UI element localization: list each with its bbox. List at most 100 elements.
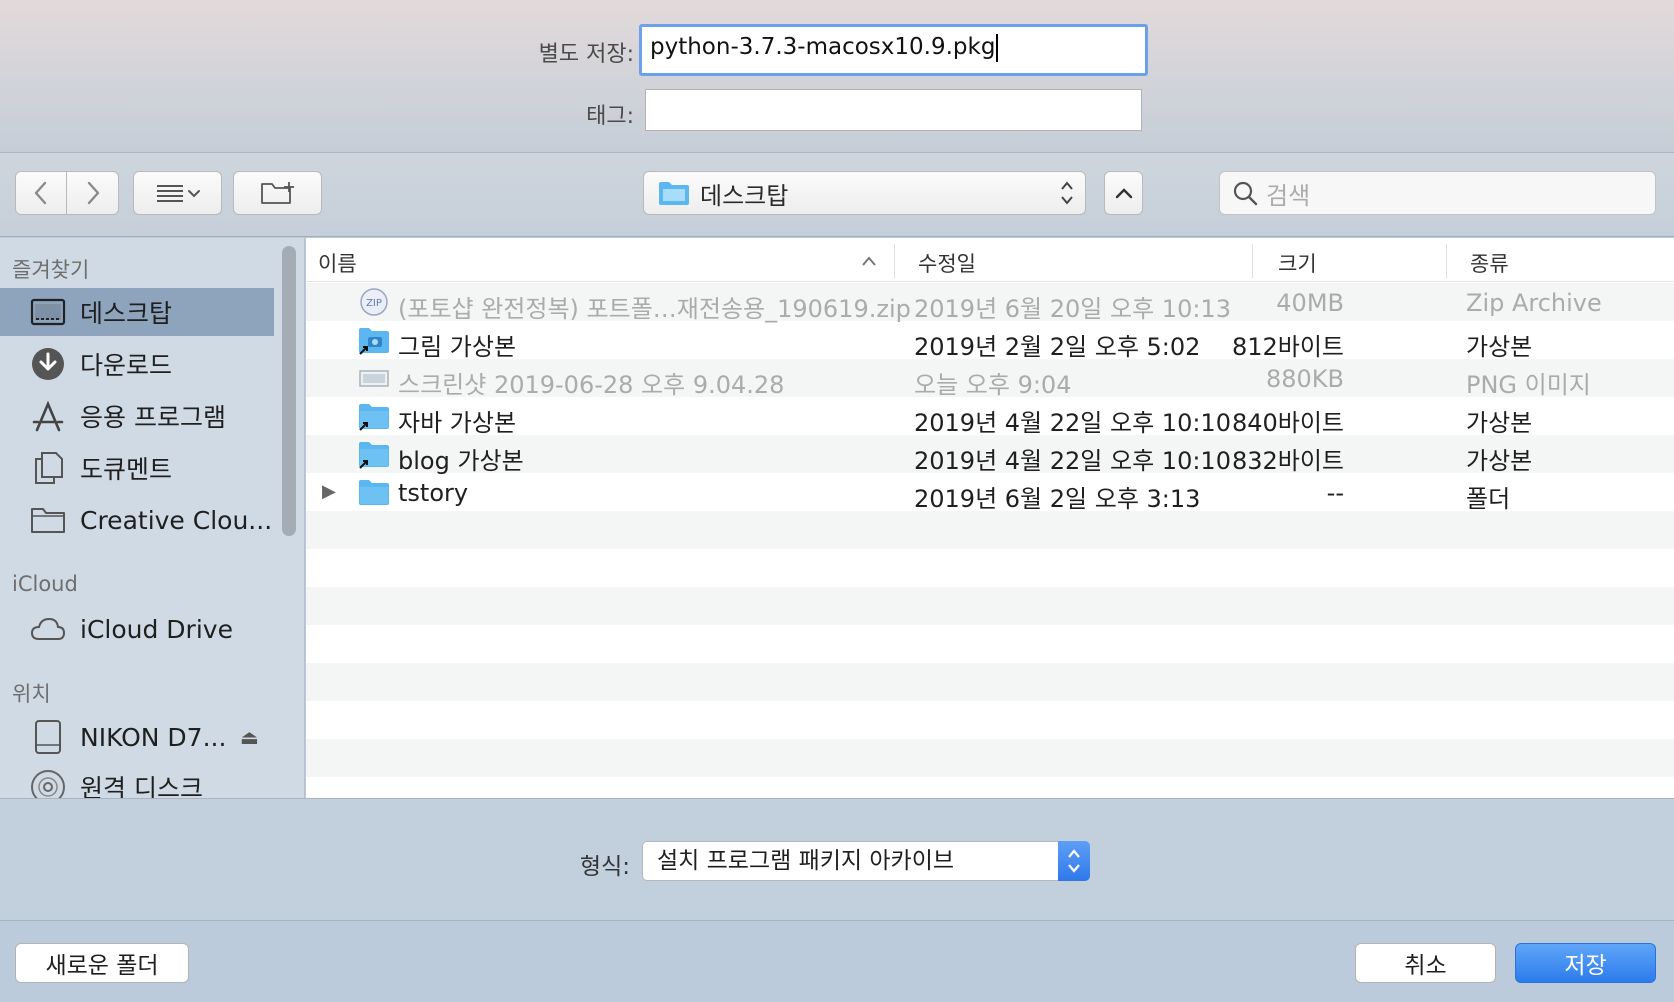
view-options-button[interactable] — [133, 171, 222, 215]
disc-icon — [30, 769, 66, 798]
format-select[interactable]: 설치 프로그램 패키지 아카이브 — [642, 841, 1090, 881]
chevron-left-icon — [34, 181, 47, 205]
cloud-icon — [30, 611, 66, 647]
sidebar-item-label: 원격 디스크 — [80, 774, 203, 798]
sidebar-item-downloads[interactable]: 다운로드 — [0, 340, 274, 388]
sidebar-item-label: 도큐멘트 — [80, 455, 173, 484]
eject-icon[interactable]: ⏏ — [240, 725, 259, 749]
sidebar-item-applications[interactable]: 응용 프로그램 — [0, 392, 274, 440]
filename-value: python-3.7.3-macosx10.9.pkg — [650, 34, 996, 60]
file-row-java-alias[interactable]: 자바 가상본 2019년 4월 22일 오후 10:10 840바이트 가상본 — [306, 397, 1674, 437]
column-name[interactable]: 이름 — [318, 248, 357, 278]
file-size: 880KB — [1265, 365, 1344, 393]
file-row-tstory[interactable]: ▶ tstory 2019년 6월 2일 오후 3:13 -- 폴더 — [306, 473, 1674, 513]
favorites-section-title: 즐겨찾기 — [12, 258, 90, 282]
sidebar-item-desktop[interactable]: 데스크탑 — [0, 288, 274, 336]
format-value: 설치 프로그램 패키지 아카이브 — [657, 848, 955, 874]
locations-section-title: 위치 — [12, 682, 51, 706]
column-size[interactable]: 크기 — [1278, 248, 1317, 278]
zip-icon: ZIP — [358, 286, 390, 318]
search-placeholder: 검색 — [1266, 181, 1311, 210]
column-separator[interactable] — [1446, 244, 1447, 278]
text-caret — [996, 33, 999, 62]
file-size: -- — [1326, 479, 1344, 507]
filename-input[interactable]: python-3.7.3-macosx10.9.pkg — [639, 24, 1148, 76]
updown-arrows-icon — [1061, 181, 1073, 205]
search-input[interactable]: 검색 — [1219, 171, 1656, 215]
tags-input[interactable] — [645, 89, 1142, 131]
file-row-screenshot[interactable]: 스크린샷 2019-06-28 오후 9.04.28 오늘 오후 9:04 88… — [306, 359, 1674, 399]
column-separator[interactable] — [894, 244, 895, 278]
sidebar-item-label: Creative Clou... — [80, 505, 273, 535]
save-as-label: 별도 저장: — [538, 42, 634, 67]
format-area: 형식: 설치 프로그램 패키지 아카이브 — [0, 798, 1674, 921]
sort-ascending-icon — [862, 256, 876, 266]
file-row-zip[interactable]: ZIP (포토샵 완전정복) 포트폴…재전송용_190619.zip 2019년… — [306, 283, 1674, 323]
column-kind[interactable]: 종류 — [1470, 248, 1509, 278]
file-kind: PNG 이미지 — [1466, 371, 1591, 399]
sidebar-item-remote-disc[interactable]: 원격 디스크 — [0, 763, 274, 798]
list-view-icon — [156, 185, 200, 202]
sidebar-scrollbar[interactable] — [282, 246, 296, 536]
file-list: 이름 수정일 크기 종류 ZIP (포토샵 완전정복) 포트폴…재전송용_190… — [306, 238, 1674, 798]
sidebar-item-documents[interactable]: 도큐멘트 — [0, 444, 274, 492]
sidebar-item-label: 응용 프로그램 — [80, 403, 226, 432]
file-name: (포토샵 완전정복) 포트폴…재전송용_190619.zip — [398, 295, 911, 323]
file-name: blog 가상본 — [398, 447, 524, 475]
updown-arrows-icon — [1058, 841, 1090, 881]
file-row-blog-alias[interactable]: blog 가상본 2019년 4월 22일 오후 10:10 832바이트 가상… — [306, 435, 1674, 475]
sidebar-item-label: 다운로드 — [80, 351, 173, 380]
sidebar-item-label: NIKON D7... — [80, 722, 227, 752]
pictures-alias-icon — [358, 324, 390, 356]
file-kind: 폴더 — [1466, 485, 1511, 513]
file-kind: 가상본 — [1466, 409, 1533, 437]
file-size: 812바이트 — [1231, 333, 1344, 361]
file-row-pictures-alias[interactable]: 그림 가상본 2019년 2월 2일 오후 5:02 812바이트 가상본 — [306, 321, 1674, 361]
toolbar: 데스크탑 검색 — [0, 153, 1674, 237]
file-name: tstory — [398, 479, 469, 507]
cancel-button[interactable]: 취소 — [1355, 943, 1496, 983]
folder-icon — [30, 502, 66, 538]
drive-icon — [30, 719, 66, 755]
navigation-buttons — [15, 171, 119, 215]
sidebar-item-icloud-drive[interactable]: iCloud Drive — [0, 605, 274, 653]
new-folder-toolbar-button[interactable] — [233, 171, 322, 215]
disclosure-triangle-icon[interactable]: ▶ — [322, 481, 336, 502]
column-header: 이름 수정일 크기 종류 — [306, 238, 1674, 282]
forward-button[interactable] — [67, 171, 119, 215]
folder-icon — [358, 476, 390, 508]
search-icon — [1233, 181, 1258, 206]
back-button[interactable] — [15, 171, 67, 215]
sidebar-item-label: iCloud Drive — [80, 614, 233, 644]
applications-icon — [30, 398, 66, 434]
empty-row — [306, 549, 1674, 587]
sidebar-item-creative-cloud[interactable]: Creative Clou... — [0, 496, 274, 544]
empty-row — [306, 625, 1674, 663]
file-kind: 가상본 — [1466, 447, 1533, 475]
empty-row — [306, 587, 1674, 625]
documents-icon — [30, 450, 66, 486]
svg-text:ZIP: ZIP — [366, 298, 382, 309]
location-popup[interactable]: 데스크탑 — [643, 171, 1086, 215]
file-name: 스크린샷 2019-06-28 오후 9.04.28 — [398, 371, 785, 399]
new-folder-button[interactable]: 새로운 폴더 — [15, 943, 189, 983]
column-separator[interactable] — [1252, 244, 1253, 278]
column-modified[interactable]: 수정일 — [918, 248, 976, 278]
location-label: 데스크탑 — [700, 181, 789, 210]
file-name: 그림 가상본 — [398, 333, 517, 361]
folder-alias-icon — [358, 400, 390, 432]
sidebar: 즐겨찾기 데스크탑 다운로드 응용 프로그램 도큐멘트 Creative Clo… — [0, 238, 305, 798]
sidebar-item-nikon[interactable]: NIKON D7... — [0, 713, 274, 761]
chevron-up-icon — [1115, 188, 1132, 199]
empty-row — [306, 701, 1674, 739]
desktop-icon — [30, 294, 66, 330]
empty-row — [306, 511, 1674, 549]
file-size: 40MB — [1276, 289, 1344, 317]
file-size: 832바이트 — [1231, 447, 1344, 475]
dialog-footer: 새로운 폴더 취소 저장 — [0, 921, 1674, 1002]
empty-row — [306, 739, 1674, 777]
file-size: 840바이트 — [1231, 409, 1344, 437]
folder-alias-icon — [358, 438, 390, 470]
parent-folder-button[interactable] — [1104, 171, 1143, 215]
save-button[interactable]: 저장 — [1515, 943, 1656, 983]
